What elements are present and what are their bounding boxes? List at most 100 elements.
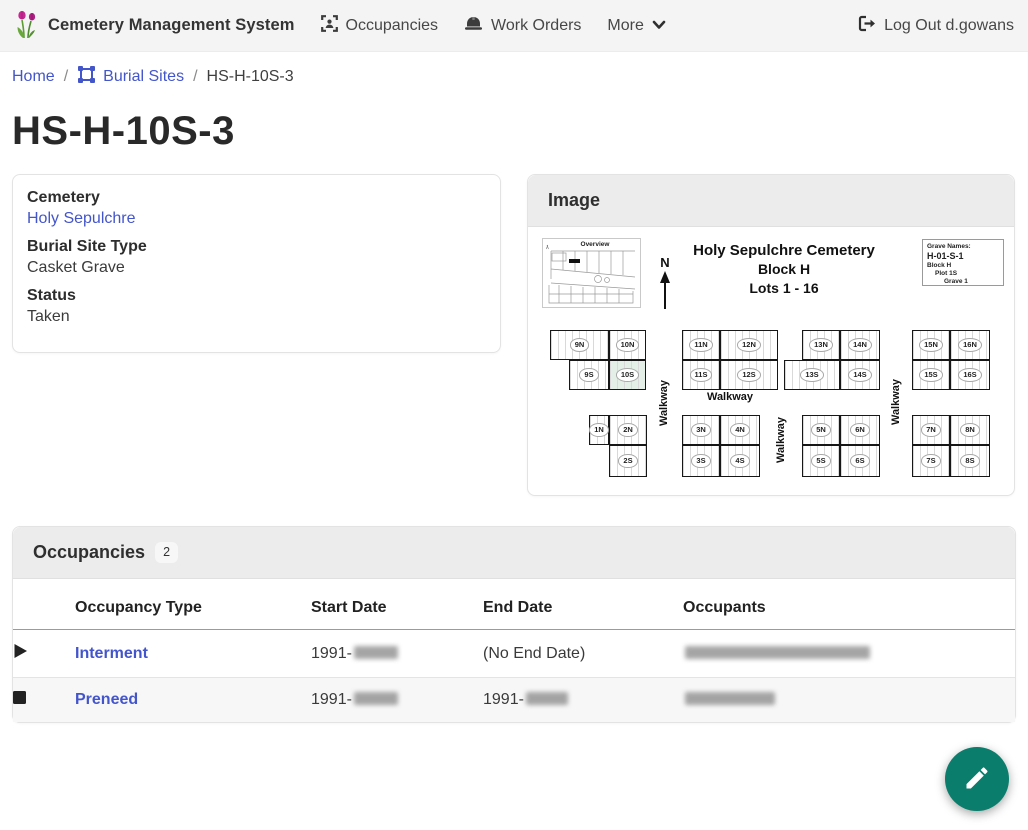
plot-cell: 2S [609, 445, 647, 477]
redacted-text [526, 692, 568, 705]
plot-cell-label: 7S [921, 454, 940, 468]
occupancy-type-link[interactable]: Preneed [75, 691, 138, 708]
plot-cell: 3S [682, 445, 720, 477]
occupancy-type-link[interactable]: Interment [75, 645, 148, 662]
redacted-text [685, 646, 870, 659]
plot-cell-label: 10N [616, 338, 640, 352]
plot-cell-label: 8N [960, 423, 980, 437]
col-occupancy-type: Occupancy Type [75, 579, 311, 630]
occupancies-header: Occupancies 2 [13, 527, 1015, 579]
field-status: Status Taken [27, 287, 486, 326]
breadcrumb-label: Burial Sites [103, 68, 184, 86]
plot-cell-label: 14N [848, 338, 872, 352]
plot-cell: 11S [682, 360, 720, 390]
field-label: Status [27, 287, 486, 305]
plot-cell: 9N [550, 330, 609, 360]
plot-cell-label: 13S [800, 368, 823, 382]
field-value: Casket Grave [27, 259, 486, 277]
plot-cell-label: 9N [570, 338, 590, 352]
cemetery-link[interactable]: Holy Sepulchre [27, 210, 486, 228]
walkway-label: Walkway [658, 371, 670, 435]
burial-sites-icon [77, 65, 96, 89]
stop-icon [13, 691, 26, 708]
plot-cell-label: 16S [958, 368, 981, 382]
plot-cell: 1N [589, 415, 609, 445]
field-value: Taken [27, 308, 486, 326]
map-title: Holy Sepulchre Cemetery Block H Lots 1 -… [684, 241, 884, 298]
field-label: Burial Site Type [27, 238, 486, 256]
breadcrumb-separator: / [64, 68, 68, 86]
nav-item-work-orders[interactable]: Work Orders [464, 16, 581, 36]
page-title: HS-H-10S-3 [0, 101, 1028, 174]
edit-fab-button[interactable] [945, 747, 1009, 811]
plot-cell: 14S [840, 360, 880, 390]
nav-item-more[interactable]: More [607, 17, 665, 35]
walkway-label: Walkway [890, 370, 902, 434]
plot-cell: 10N [609, 330, 646, 360]
plot-cell-label: 2S [618, 454, 637, 468]
plot-cell: 6N [840, 415, 880, 445]
legend-line: Block H [927, 262, 999, 270]
work-orders-icon [464, 16, 483, 36]
breadcrumb-home[interactable]: Home [12, 68, 55, 86]
plot-cell: 8N [950, 415, 990, 445]
plot-cell-label: 4N [730, 423, 750, 437]
end-date-cell: 1991- [483, 678, 683, 723]
plot-cell: 13S [784, 360, 840, 390]
plot-cell: 10S [609, 360, 646, 390]
plot-cell: 9S [569, 360, 609, 390]
logout-button[interactable]: Log Out d.gowans [858, 15, 1014, 37]
nav-item-occupancies[interactable]: Occupancies [321, 15, 439, 37]
occupancies-count-badge: 2 [155, 542, 178, 563]
breadcrumb-burial-sites[interactable]: Burial Sites [77, 65, 184, 89]
plot-cell: 14N [840, 330, 880, 360]
col-start-date: Start Date [311, 579, 483, 630]
plot-cell: 7S [912, 445, 950, 477]
redacted-text [354, 646, 398, 659]
plot-map-image: Overview [528, 227, 1014, 495]
occupancies-title: Occupancies [33, 542, 145, 563]
plot-cell-label: 7N [921, 423, 941, 437]
plot-cell: 16N [950, 330, 990, 360]
flower-logo-icon [14, 7, 40, 44]
nav-item-label: Occupancies [346, 17, 439, 35]
image-card-title: Image [548, 190, 600, 211]
table-header-row: Occupancy Type Start Date End Date Occup… [13, 579, 1015, 630]
grave-names-legend: Grave Names: H-01-S-1 Block H Plot 1S Gr… [922, 239, 1004, 286]
map-title-line: Block H [684, 260, 884, 279]
breadcrumb: Home / Burial Sites / HS-H-10S-3 [0, 52, 1028, 101]
north-label: N [658, 255, 672, 270]
end-date-cell: (No End Date) [483, 630, 683, 678]
app-brand: Cemetery Management System [14, 7, 295, 44]
map-title-line: Lots 1 - 16 [684, 279, 884, 298]
app-title: Cemetery Management System [48, 16, 295, 35]
plot-cell-label: 14S [848, 368, 871, 382]
image-card: Image Overview [527, 174, 1015, 496]
nav-item-label: Work Orders [491, 17, 581, 35]
breadcrumb-current: HS-H-10S-3 [207, 68, 294, 86]
plot-cell: 4S [720, 445, 760, 477]
legend-line: Grave 1 [927, 278, 999, 286]
plot-cell: 7N [912, 415, 950, 445]
map-title-line: Holy Sepulchre Cemetery [684, 241, 884, 260]
overview-label: Overview [581, 241, 610, 248]
plot-cell-label: 1N [589, 423, 609, 437]
plot-cell-label: 16N [958, 338, 982, 352]
walkway-label: Walkway [775, 408, 787, 472]
plot-cell-label: 13N [809, 338, 833, 352]
plot-cell: 4N [720, 415, 760, 445]
plot-cell-label: 11S [690, 368, 713, 382]
occupants-cell [683, 630, 1015, 678]
plot-cell: 11N [682, 330, 720, 360]
plot-cell-label: 12S [737, 368, 760, 382]
plot-cell: 5N [802, 415, 840, 445]
occupancies-table: Occupancy Type Start Date End Date Occup… [13, 579, 1015, 722]
plot-cell: 3N [682, 415, 720, 445]
plot-cell: 16S [950, 360, 990, 390]
logout-label: Log Out d.gowans [884, 17, 1014, 35]
plot-cell: 2N [609, 415, 647, 445]
pencil-icon [963, 764, 991, 795]
occupancy-row: Preneed1991-1991- [13, 678, 1015, 723]
plot-cell: 13N [802, 330, 840, 360]
occupancy-row: Interment1991-(No End Date) [13, 630, 1015, 678]
